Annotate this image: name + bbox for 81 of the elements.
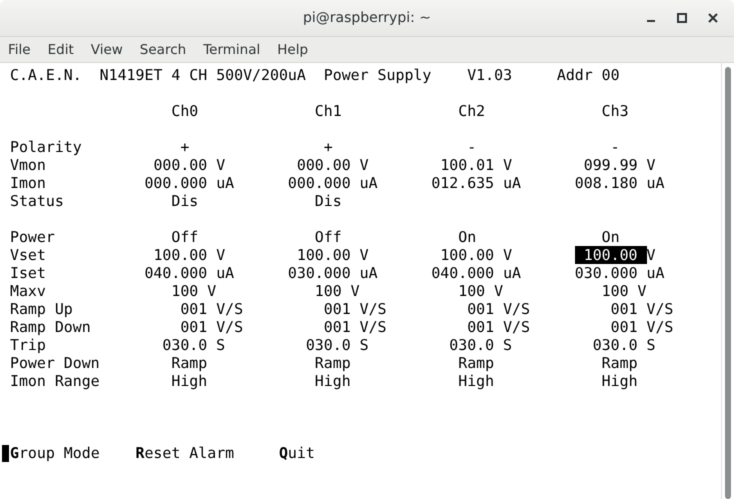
window-title: pi@raspberrypi: ~ [302,10,432,26]
channel-value: - [467,138,476,156]
parameter-label: Trip [10,336,46,354]
channel-value: 001 V/S [610,300,674,318]
channel-header: Ch0 [171,102,198,120]
menu-item[interactable]: Edit [48,42,74,58]
channel-value: Off [314,228,342,246]
channel-value: 000.00 V [296,156,369,174]
scrollbar-thumb[interactable] [725,67,731,499]
channel-value: + [324,138,333,156]
parameter-label: Iset [10,264,46,282]
channel-value: 030.0 S [306,336,369,354]
channel-value: 000.000 uA [144,174,234,192]
channel-value: 040.000 uA [431,264,521,282]
channel-value: Dis [314,192,342,210]
channel-value: On [458,228,476,246]
channel-header: Ch1 [314,102,342,120]
channel-value: 012.635 uA [431,174,521,192]
channel-value: 030.0 S [592,336,656,354]
channel-value: 100.00 V [296,246,369,264]
channel-value: Ramp [171,354,208,372]
parameter-label: Imon Range [10,372,100,390]
channel-value: 001 V/S [180,318,244,336]
channel-value: 030.000 uA [288,264,378,282]
channel-value: 099.99 V [584,156,656,174]
channel-value: 100.00 V [153,246,226,264]
channel-value: High [314,372,351,390]
channel-value: 001 V/S [324,300,387,318]
channel-value: 000.00 V [153,156,226,174]
channel-value: 001 V/S [610,318,674,336]
channel-value: - [610,138,620,156]
channel-value: 001 V/S [467,300,530,318]
channel-value: High [458,372,494,390]
close-icon[interactable] [708,13,718,23]
parameter-label: Vmon [10,156,46,174]
channel-value: Ramp [602,354,638,372]
channel-value: On [602,228,620,246]
channel-value: Ramp [458,354,494,372]
parameter-label: Vset [10,246,46,264]
maximize-icon[interactable] [677,13,687,23]
parameter-label: Status [10,192,64,210]
parameter-label: Power [10,228,55,246]
terminal-header: C.A.E.N. N1419ET 4 CH 500V/200uA Power Supply V1.03 Addr 00 [10,66,621,84]
channel-value: 100 V [458,282,504,300]
command-option[interactable]: Quit [278,444,315,462]
channel-value: 001 V/S [467,318,530,336]
channel-header: Ch2 [458,102,486,120]
channel-value: 100 V [314,282,360,300]
parameter-label: Imon [10,174,46,192]
channel-value: 040.000 uA [144,264,234,282]
channel-value: Ramp [314,354,351,372]
menu-item[interactable]: File [8,42,31,58]
channel-value: 100 V [602,282,646,300]
parameter-label: Maxv [10,282,46,300]
channel-value: 100.01 V [440,156,512,174]
menu-item[interactable]: Help [277,42,308,58]
channel-value: High [171,372,208,390]
menu-item[interactable]: View [90,42,123,58]
menu-item[interactable]: Terminal [203,42,260,58]
channel-value: 030.000 uA [574,264,664,282]
channel-value: + [180,138,190,156]
channel-value: 030.0 S [162,336,226,354]
parameter-label: Polarity [10,138,82,156]
parameter-label: Power Down [10,354,100,372]
command-option[interactable]: Reset Alarm [136,444,279,462]
parameter-label: Ramp Down [10,318,91,336]
channel-value: Dis [171,192,198,210]
channel-value: High [602,372,638,390]
channel-value: 000.000 uA [288,174,378,192]
menu-item[interactable]: Search [140,42,186,58]
channel-value: 030.0 S [449,336,512,354]
channel-value: 001 V/S [180,300,244,318]
channel-value: 001 V/S [324,318,387,336]
channel-value: 008.180 uA [574,174,664,192]
command-option[interactable]: Group Mode [10,444,136,462]
parameter-label: Ramp Up [10,300,73,318]
channel-value: 100.00 V [440,246,512,264]
terminal-cursor [2,445,9,462]
channel-value: 100 V [171,282,216,300]
channel-header: Ch3 [602,102,629,120]
channel-value: Off [171,228,198,246]
